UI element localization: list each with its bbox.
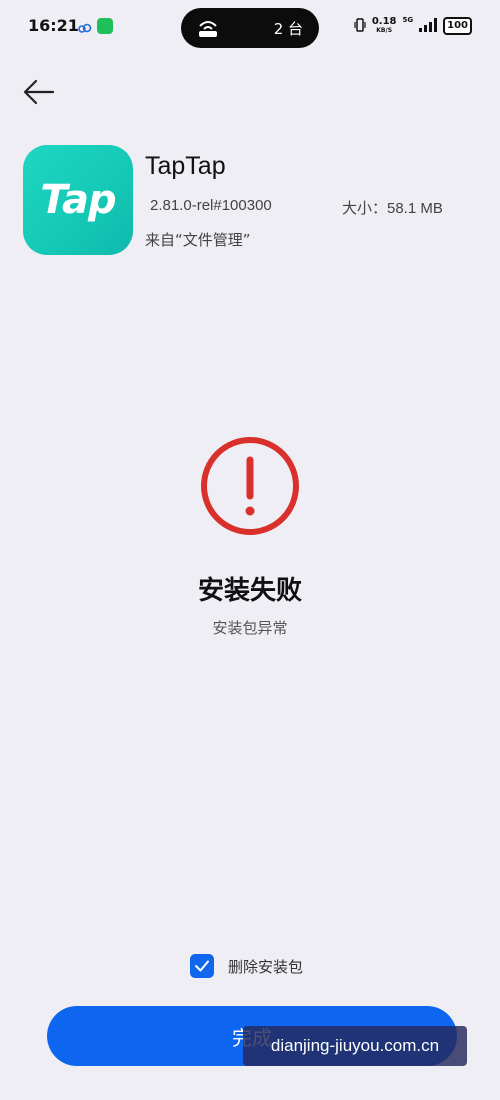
app-source: 来自“文件管理” (145, 231, 251, 249)
app-size: 大小：58.1 MB (342, 200, 443, 217)
app-icon: Tap (23, 145, 133, 255)
delete-package-checkbox[interactable] (190, 954, 214, 978)
device-count: 2 台 (273, 20, 303, 38)
vibrate-icon (354, 17, 366, 36)
error-icon (200, 436, 300, 536)
status-right: 0.18 KB/S 5G 100 (354, 14, 472, 38)
status-time: 16:21 (28, 16, 79, 35)
app-icon-text: Tap (40, 177, 116, 223)
battery-icon: 100 (443, 17, 472, 35)
back-button[interactable] (22, 76, 56, 110)
delete-package-option[interactable]: 删除安装包 (190, 954, 303, 978)
app-notification-icon (97, 18, 113, 34)
delete-package-label: 删除安装包 (228, 957, 304, 976)
app-version: 2.81.0-rel#100300 (150, 197, 272, 214)
dynamic-island[interactable]: 2 台 (181, 8, 319, 48)
arrow-left-icon (23, 79, 55, 105)
watermark: dianjing-jiuyou.com.cn (243, 1026, 467, 1066)
signal-icon (419, 17, 438, 36)
app-name: TapTap (145, 152, 226, 180)
status-bar: 16:21 2 台 0.18 KB/S 5G 100 (0, 0, 500, 56)
checkmark-icon (195, 960, 209, 972)
install-failed-reason: 安装包异常 (212, 619, 288, 637)
net-speed: 0.18 KB/S (371, 16, 397, 35)
cloud-sync-icon (78, 19, 92, 38)
network-type: 5G (402, 16, 414, 24)
router-icon (197, 18, 219, 42)
install-failed-title: 安装失败 (197, 576, 302, 606)
